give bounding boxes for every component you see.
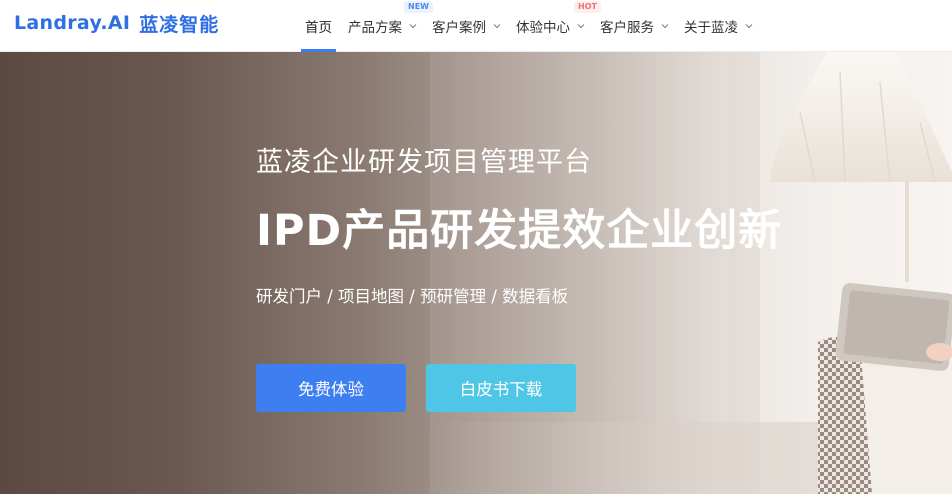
chevron-down-icon — [493, 24, 501, 29]
chevron-down-icon — [661, 24, 669, 29]
hot-badge: HOT — [574, 1, 601, 13]
free-trial-label: 免费体验 — [298, 380, 364, 399]
chevron-down-icon — [745, 24, 753, 29]
logo-english: Landray.AI — [14, 12, 131, 34]
hero-title: IPD产品研发提效企业创新 — [256, 206, 783, 256]
new-badge: NEW — [404, 1, 433, 13]
hero-background-image — [420, 52, 952, 494]
main-nav: 首页 产品方案 NEW 客户案例 体验中心 HOT 客户服务 关于蓝凌 — [301, 0, 754, 52]
nav-item-experience[interactable]: 体验中心 HOT — [516, 0, 601, 52]
nav-item-label: 客户服务 — [600, 20, 654, 36]
nav-item-service[interactable]: 客户服务 — [600, 0, 670, 52]
hero-subtitle: 蓝凌企业研发项目管理平台 — [256, 147, 592, 178]
hero-features: 研发门户 / 项目地图 / 预研管理 / 数据看板 — [256, 287, 569, 306]
free-trial-button[interactable]: 免费体验 — [256, 364, 406, 412]
nav-item-home[interactable]: 首页 — [301, 0, 336, 52]
nav-item-label: 产品方案 — [348, 20, 402, 36]
nav-item-label: 首页 — [305, 20, 332, 36]
chevron-down-icon — [577, 24, 585, 29]
hero-banner: 蓝凌企业研发项目管理平台 IPD产品研发提效企业创新 研发门户 / 项目地图 /… — [0, 52, 952, 494]
nav-item-products[interactable]: 产品方案 NEW — [348, 0, 433, 52]
site-header: Landray.AI 蓝凌智能 首页 产品方案 NEW 客户案例 体验中心 HO… — [0, 0, 952, 52]
nav-item-label: 客户案例 — [432, 20, 486, 36]
chevron-down-icon — [409, 24, 417, 29]
nav-item-label: 体验中心 — [516, 20, 570, 36]
whitepaper-download-label: 白皮书下载 — [459, 380, 543, 399]
nav-item-about[interactable]: 关于蓝凌 — [684, 0, 754, 52]
logo-chinese: 蓝凌智能 — [139, 13, 220, 36]
brand-logo[interactable]: Landray.AI 蓝凌智能 — [14, 8, 219, 38]
whitepaper-download-button[interactable]: 白皮书下载 — [426, 364, 576, 412]
nav-item-cases[interactable]: 客户案例 — [432, 0, 502, 52]
nav-item-label: 关于蓝凌 — [684, 20, 738, 36]
